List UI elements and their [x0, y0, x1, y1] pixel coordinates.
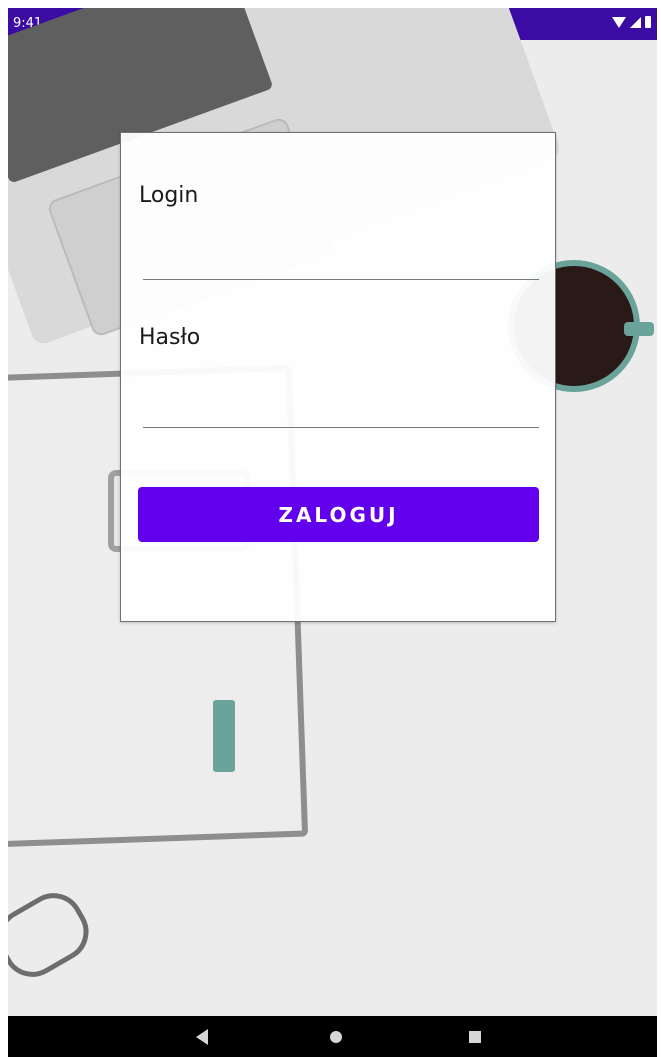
password-label: Hasło	[139, 325, 201, 350]
status-icons	[612, 16, 651, 28]
password-input[interactable]	[143, 387, 539, 428]
home-icon[interactable]	[330, 1031, 342, 1043]
login-label: Login	[139, 183, 199, 208]
login-card: Login Hasło ZALOGUJ	[120, 132, 556, 622]
battery-icon	[645, 16, 651, 28]
recents-icon[interactable]	[469, 1031, 481, 1043]
cell-signal-icon	[630, 16, 641, 28]
back-icon[interactable]	[196, 1029, 208, 1045]
navigation-bar	[8, 1016, 657, 1057]
cup-handle-image	[624, 322, 654, 336]
wifi-icon	[612, 16, 626, 28]
login-button[interactable]: ZALOGUJ	[138, 487, 539, 542]
login-input[interactable]	[143, 239, 539, 280]
app-screen: 9:41 Login Hasło ZALOGUJ	[8, 8, 657, 1057]
binder-clip-image	[8, 882, 100, 988]
marker-image	[213, 700, 235, 772]
